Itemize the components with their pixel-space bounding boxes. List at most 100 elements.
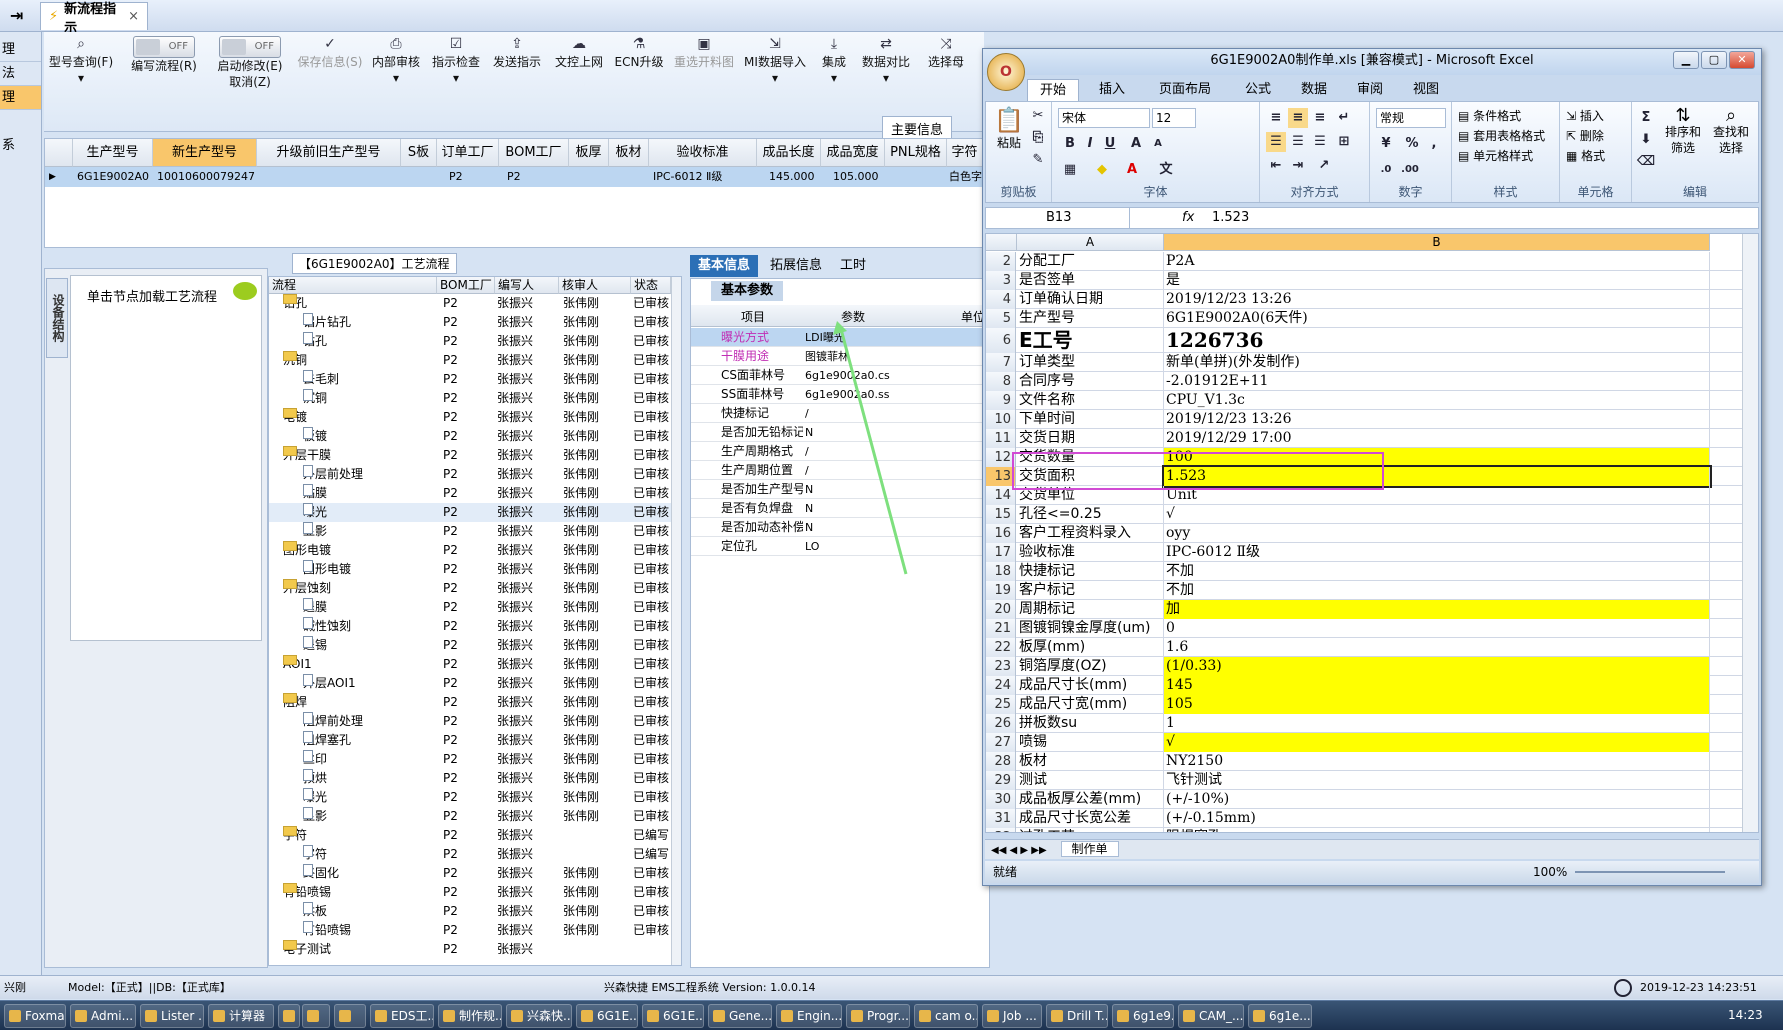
tree-row[interactable]: 电子测试 P2 张振兴	[269, 940, 681, 959]
sheet-row[interactable]: 25 成品尺寸宽(mm) 105	[986, 695, 1742, 714]
cell-b[interactable]: 飞针测试	[1164, 771, 1710, 790]
doc-online-button[interactable]: ☁ 文控上网	[550, 36, 608, 70]
cell-b[interactable]: 6G1E9002A0(6天件)	[1164, 309, 1710, 328]
cell-b[interactable]: 是	[1164, 271, 1710, 290]
sum-icon[interactable]: Σ	[1636, 108, 1656, 128]
cell-a[interactable]: E工号	[1017, 328, 1164, 353]
tree-row[interactable]: AOI1 P2 张振兴 张伟刚 已审核	[269, 655, 681, 674]
shrink-font-icon[interactable]: A	[1148, 134, 1168, 154]
sheet-row[interactable]: 28 板材 NY2150	[986, 752, 1742, 771]
row-header[interactable]: 27	[986, 733, 1016, 752]
cell-a[interactable]: 成品尺寸长宽公差	[1017, 809, 1164, 828]
row-header[interactable]: 17	[986, 543, 1016, 562]
cell-a[interactable]: 测试	[1017, 771, 1164, 790]
tree-row[interactable]: 碱性蚀刻 P2 张振兴 张伟刚 已审核	[269, 617, 681, 636]
row-header[interactable]: 31	[986, 809, 1016, 828]
delete-cells-button[interactable]: ⇱ 删除	[1566, 128, 1604, 144]
sheet-row[interactable]: 21 图镀铜镍金厚度(um) 0	[986, 619, 1742, 638]
office-button[interactable]: O	[987, 53, 1025, 91]
cell-b[interactable]: (1/0.33)	[1164, 657, 1710, 676]
col-header[interactable]: 板厚	[569, 139, 609, 167]
tab-home[interactable]: 开始	[1027, 79, 1080, 101]
tab-new-flow[interactable]: ⚡ 新流程指示 ×	[40, 2, 148, 36]
tree-row[interactable]: 外层蚀刻 P2 张振兴 张伟刚 已审核	[269, 579, 681, 598]
tree-row[interactable]: 终固化 P2 张振兴 张伟刚 已审核	[269, 864, 681, 883]
align-center-icon[interactable]: ☰	[1288, 132, 1308, 152]
indent-icon[interactable]: ⇥	[1288, 156, 1308, 176]
tree-row[interactable]: 退膜 P2 张振兴 张伟刚 已审核	[269, 598, 681, 617]
cell-b[interactable]: 新单(单拼)(外发制作)	[1164, 353, 1710, 372]
cell-b[interactable]: 不加	[1164, 581, 1710, 600]
col-header[interactable]: 验收标准	[649, 139, 757, 167]
tab-review[interactable]: 审阅	[1345, 79, 1395, 101]
tab-data[interactable]: 数据	[1289, 79, 1339, 101]
zoom-level[interactable]: 100%	[1533, 861, 1567, 883]
tree-row[interactable]: 有铅喷锡 P2 张振兴 张伟刚 已审核	[269, 921, 681, 940]
col-header[interactable]: 生产型号	[73, 139, 153, 167]
tab-view[interactable]: 视图	[1401, 79, 1451, 101]
number-format-select[interactable]: 常规	[1376, 108, 1446, 128]
tree-row[interactable]: 沉铜 P2 张振兴 张伟刚 已审核	[269, 389, 681, 408]
device-structure-tab[interactable]: 设备结构	[46, 278, 68, 358]
col-header-a[interactable]: A	[1017, 234, 1164, 251]
tree-row[interactable]: 预烘 P2 张振兴 张伟刚 已审核	[269, 769, 681, 788]
minimize-button[interactable]: ▁	[1673, 51, 1699, 69]
taskbar-item[interactable]: 制作规...	[438, 1004, 502, 1028]
sheet-nav-icon[interactable]: ◀◀ ◀ ▶ ▶▶	[991, 845, 1047, 856]
formula-input[interactable]: 1.523	[1212, 208, 1249, 228]
tree-row[interactable]: 电镀 P2 张振兴 张伟刚 已审核	[269, 408, 681, 427]
vertical-scrollbar[interactable]	[1742, 234, 1758, 832]
sheet-row[interactable]: 6 E工号 1226736	[986, 328, 1742, 353]
nav-item-1[interactable]: 理	[0, 38, 41, 62]
col-header[interactable]: 字符	[947, 139, 983, 167]
tree-row[interactable]: 外层干膜 P2 张振兴 张伟刚 已审核	[269, 446, 681, 465]
row-header[interactable]: 32	[986, 828, 1016, 832]
merge-icon[interactable]: ⊞	[1334, 132, 1354, 152]
write-flow-toggle[interactable]: OFF 编写流程(R)	[124, 36, 204, 74]
sheet-row[interactable]: 18 快捷标记 不加	[986, 562, 1742, 581]
row-header[interactable]: 8	[986, 372, 1016, 391]
cell-b[interactable]: 2019/12/23 13:26	[1164, 410, 1710, 429]
nav-item-4[interactable]: 系	[0, 134, 41, 158]
col-header[interactable]: S板	[401, 139, 437, 167]
wrap-text-icon[interactable]: ↵	[1334, 108, 1354, 128]
cell[interactable]: 6G1E9002A0	[73, 167, 153, 187]
maximize-button[interactable]: ▢	[1701, 51, 1727, 69]
row-header[interactable]: 16	[986, 524, 1016, 543]
taskbar-item[interactable]	[302, 1004, 330, 1028]
align-right-icon[interactable]: ☰	[1310, 132, 1330, 152]
toggle-switch[interactable]: OFF	[219, 36, 281, 58]
percent-icon[interactable]: %	[1402, 134, 1422, 154]
cell[interactable]: 105.000	[821, 167, 885, 187]
integrate-button[interactable]: ⤓ 集成 ▾	[814, 36, 854, 86]
cell-a[interactable]: 喷锡	[1017, 733, 1164, 752]
tree-row[interactable]: 显影 P2 张振兴 张伟刚 已审核	[269, 807, 681, 826]
sort-filter-button[interactable]: ⇅ 排序和筛选	[1660, 107, 1706, 156]
col-header[interactable]: 板材	[609, 139, 649, 167]
taskbar-item[interactable]: Drill T...	[1046, 1004, 1108, 1028]
select-all[interactable]	[986, 234, 1017, 251]
paste-button[interactable]: 📋 粘贴	[992, 106, 1026, 150]
sheet-row[interactable]: 2 分配工厂 P2A	[986, 252, 1742, 271]
tab-basic-params[interactable]: 基本参数	[711, 281, 784, 301]
cell-b[interactable]: 105	[1164, 695, 1710, 714]
row-header[interactable]: 19	[986, 581, 1016, 600]
cell-a[interactable]: 文件名称	[1017, 391, 1164, 410]
col-header[interactable]: PNL规格	[885, 139, 947, 167]
cell-b[interactable]: IPC-6012 Ⅱ级	[1164, 543, 1710, 562]
row-header[interactable]: 3	[986, 271, 1016, 290]
col-header[interactable]: 状态	[631, 277, 671, 294]
sheet-row[interactable]: 23 铜箔厚度(OZ) (1/0.33)	[986, 657, 1742, 676]
cell-a[interactable]: 客户工程资料录入	[1017, 524, 1164, 543]
cell-b[interactable]: √	[1164, 505, 1710, 524]
tab-insert[interactable]: 插入	[1087, 79, 1137, 101]
tree-row[interactable]: 烘板 P2 张振兴 张伟刚 已审核	[269, 902, 681, 921]
underline-icon[interactable]: U	[1100, 134, 1120, 154]
cell-b[interactable]: 2019/12/29 17:00	[1164, 429, 1710, 448]
fill-icon[interactable]: ⬇	[1636, 130, 1656, 150]
send-instruction-button[interactable]: ⇪ 发送指示	[488, 36, 546, 70]
tree-row[interactable]: 去毛刺 P2 张振兴 张伟刚 已审核	[269, 370, 681, 389]
cell-b[interactable]: 加	[1164, 600, 1710, 619]
name-box[interactable]: B13	[990, 208, 1130, 228]
fill-color-icon[interactable]: ◆	[1092, 160, 1112, 180]
